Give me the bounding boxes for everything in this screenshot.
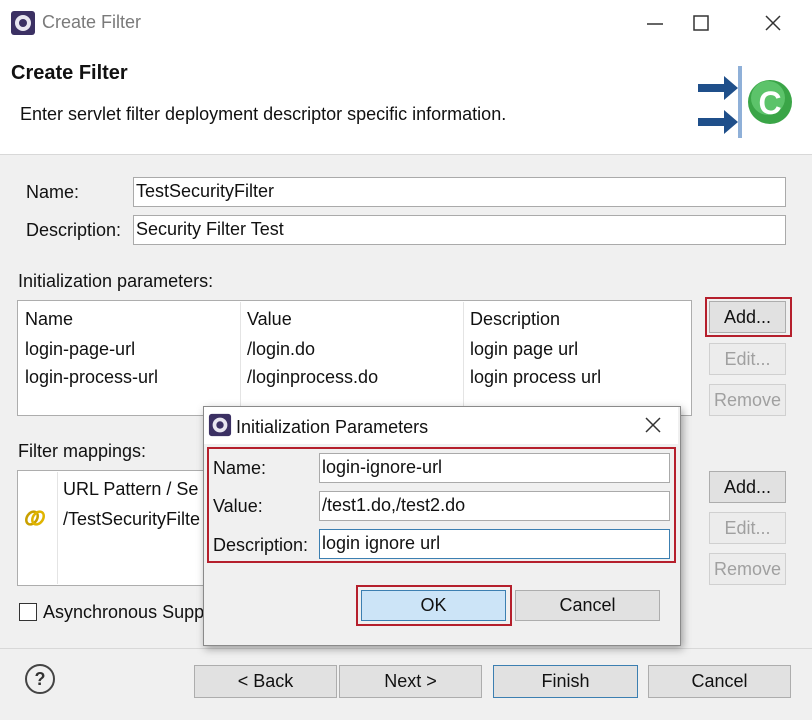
window-title: Create Filter bbox=[42, 12, 142, 32]
column-divider bbox=[240, 302, 241, 414]
dialog-name-field[interactable]: login-ignore-url bbox=[319, 453, 670, 483]
column-header-value[interactable]: Value bbox=[247, 309, 292, 330]
async-label[interactable]: Asynchronous Supp bbox=[43, 602, 204, 623]
maximize-icon[interactable] bbox=[678, 0, 724, 46]
minimize-icon[interactable] bbox=[632, 0, 678, 46]
footer-separator bbox=[0, 648, 812, 649]
eclipse-app-icon bbox=[11, 11, 35, 35]
help-icon[interactable]: ? bbox=[25, 664, 55, 694]
dialog-title: Initialization Parameters bbox=[236, 417, 429, 437]
async-checkbox[interactable] bbox=[19, 603, 37, 621]
finish-button[interactable]: Finish bbox=[493, 665, 638, 698]
column-header-description[interactable]: Description bbox=[470, 309, 560, 330]
remove-init-param-button[interactable]: Remove bbox=[709, 384, 786, 416]
column-header-name[interactable]: Name bbox=[25, 309, 73, 330]
next-button[interactable]: Next > bbox=[339, 665, 482, 698]
table-cell[interactable]: /loginprocess.do bbox=[247, 367, 378, 388]
edit-filter-mapping-button[interactable]: Edit... bbox=[709, 512, 786, 544]
add-init-param-button[interactable]: Add... bbox=[709, 301, 786, 333]
dialog-value-field[interactable]: /test1.do,/test2.do bbox=[319, 491, 670, 521]
init-params-label: Initialization parameters: bbox=[18, 271, 214, 291]
description-field[interactable]: Security Filter Test bbox=[133, 215, 786, 245]
name-field[interactable]: TestSecurityFilter bbox=[133, 177, 786, 207]
page-subtitle: Enter servlet filter deployment descript… bbox=[20, 104, 507, 124]
table-cell[interactable]: /login.do bbox=[247, 339, 315, 360]
dialog-value-label: Value: bbox=[213, 496, 263, 516]
dialog-close-icon[interactable] bbox=[630, 405, 676, 445]
cancel-button[interactable]: Cancel bbox=[648, 665, 791, 698]
table-cell[interactable]: login page url bbox=[470, 339, 578, 360]
back-button[interactable]: < Back bbox=[194, 665, 337, 698]
table-cell[interactable]: login process url bbox=[470, 367, 601, 388]
filter-mappings-label: Filter mappings: bbox=[18, 441, 147, 461]
create-filter-wizard-icon: C bbox=[698, 66, 792, 138]
description-label: Description: bbox=[26, 220, 122, 240]
column-divider bbox=[57, 472, 58, 584]
table-cell[interactable]: /TestSecurityFilte bbox=[63, 509, 200, 530]
table-cell[interactable]: login-page-url bbox=[25, 339, 135, 360]
svg-text:C: C bbox=[758, 85, 781, 121]
edit-init-param-button[interactable]: Edit... bbox=[709, 343, 786, 375]
close-icon[interactable] bbox=[750, 0, 796, 46]
remove-filter-mapping-button[interactable]: Remove bbox=[709, 553, 786, 585]
add-filter-mapping-button[interactable]: Add... bbox=[709, 471, 786, 503]
url-pattern-icon bbox=[25, 510, 45, 526]
eclipse-app-icon bbox=[208, 413, 232, 437]
page-title: Create Filter bbox=[11, 62, 128, 84]
table-cell[interactable]: login-process-url bbox=[25, 367, 158, 388]
dialog-name-label: Name: bbox=[213, 458, 267, 478]
dialog-description-field[interactable]: login ignore url bbox=[319, 529, 670, 559]
dialog-ok-button[interactable]: OK bbox=[361, 590, 506, 621]
column-header-url-pattern[interactable]: URL Pattern / Se bbox=[63, 479, 198, 500]
name-label: Name: bbox=[26, 182, 80, 202]
dialog-cancel-button[interactable]: Cancel bbox=[515, 590, 660, 621]
column-divider bbox=[463, 302, 464, 414]
dialog-description-label: Description: bbox=[213, 535, 309, 555]
